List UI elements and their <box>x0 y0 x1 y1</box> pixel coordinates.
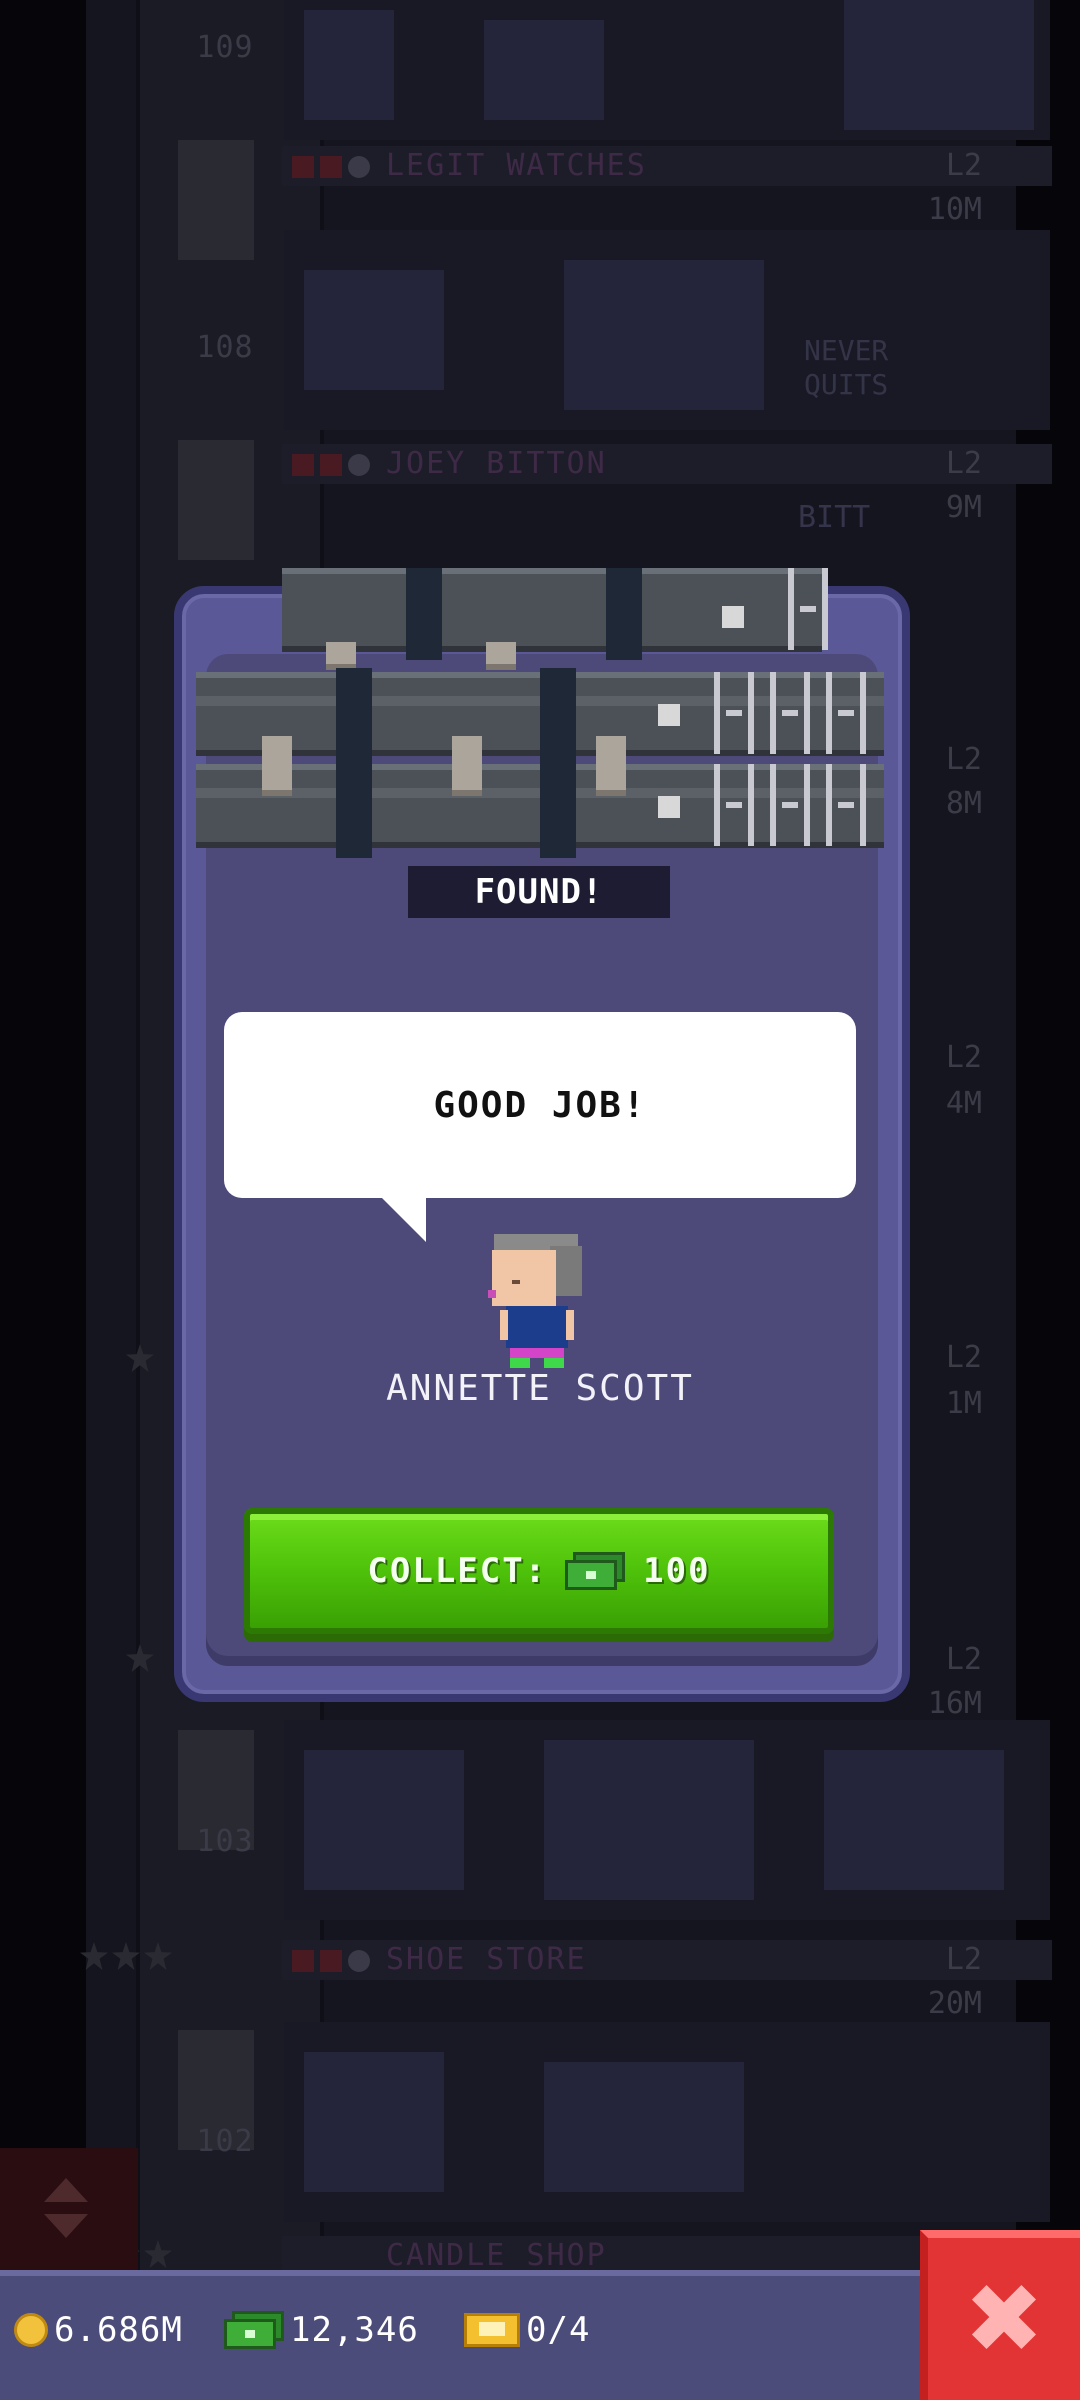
floor-room[interactable] <box>284 0 1050 140</box>
floor-number: 109 <box>196 30 254 65</box>
ticket-icon <box>464 2313 520 2347</box>
floor-level: L2 <box>945 1942 982 1977</box>
found-label: FOUND! <box>408 866 670 918</box>
floor-level: L2 <box>945 1642 982 1677</box>
floor-income: 10M <box>927 192 982 227</box>
crate-icon <box>196 568 884 858</box>
bux-value: 12,346 <box>290 2310 419 2350</box>
speech-bubble: GOOD JOB! <box>224 1012 856 1198</box>
status-bar: 6.686M 12,346 0/4 <box>0 2270 1080 2400</box>
status-icon <box>292 454 314 476</box>
coins-value: 6.686M <box>54 2310 183 2350</box>
collect-button[interactable]: COLLECT: 100 <box>244 1508 834 1634</box>
floor-income: 20M <box>927 1986 982 2021</box>
status-icon <box>292 156 314 178</box>
status-icon <box>292 1950 314 1972</box>
clock-icon <box>348 454 370 476</box>
speech-text: GOOD JOB! <box>433 1084 647 1126</box>
floor-income: 4M <box>945 1086 982 1121</box>
bux-display[interactable]: 12,346 <box>224 2300 419 2360</box>
star-icon <box>80 1942 108 1970</box>
bitizen-name: ANNETTE SCOTT <box>386 1368 694 1409</box>
clock-icon <box>348 156 370 178</box>
status-icon <box>320 1950 342 1972</box>
floor-income: 1M <box>945 1386 982 1421</box>
floor-name: SHOE STORE <box>386 1942 587 1977</box>
floor-level: L2 <box>945 1040 982 1075</box>
status-icon <box>320 156 342 178</box>
coins-display[interactable]: 6.686M <box>14 2300 183 2360</box>
elevator-arrows-icon <box>44 2214 88 2238</box>
floor-number: 108 <box>196 330 254 365</box>
sign-quits: QUITS <box>804 368 889 401</box>
floor-income: 9M <box>945 490 982 525</box>
floor-level: L2 <box>945 446 982 481</box>
floor-room[interactable] <box>284 2022 1050 2222</box>
floor-name: CANDLE SHOP <box>386 2238 607 2273</box>
floor-level: L2 <box>945 148 982 183</box>
elevator-button[interactable] <box>0 2148 138 2270</box>
floor-name: JOEY BITTON <box>386 446 607 481</box>
collect-label: COLLECT: <box>367 1551 548 1591</box>
collect-amount: 100 <box>643 1551 711 1591</box>
floor-income: 8M <box>945 786 982 821</box>
floor-room[interactable]: NEVER QUITS <box>284 230 1050 430</box>
elevator-car <box>178 140 254 260</box>
tickets-display[interactable]: 0/4 <box>464 2300 590 2360</box>
clock-icon <box>348 1950 370 1972</box>
bux-icon <box>565 1552 626 1590</box>
elevator-arrows-icon <box>44 2178 88 2202</box>
elevator-car <box>178 440 254 560</box>
floor-level: L2 <box>945 1340 982 1375</box>
floor-number: 103 <box>196 1824 254 1859</box>
close-button[interactable]: ✖ <box>920 2230 1080 2400</box>
floor-level: L2 <box>945 742 982 777</box>
floor-room[interactable] <box>284 1720 1050 1920</box>
floor-number: 102 <box>196 2124 254 2159</box>
sign-bitt: BITT <box>798 500 871 535</box>
floor-income: 16M <box>927 1686 982 1721</box>
tickets-value: 0/4 <box>526 2310 591 2350</box>
bitizen-avatar <box>488 1234 592 1370</box>
sign-never: NEVER <box>804 334 889 367</box>
coin-icon <box>14 2313 48 2347</box>
bux-icon <box>224 2311 284 2349</box>
close-icon: ✖ <box>963 2263 1045 2375</box>
floor-name: LEGIT WATCHES <box>386 148 647 183</box>
status-icon <box>320 454 342 476</box>
